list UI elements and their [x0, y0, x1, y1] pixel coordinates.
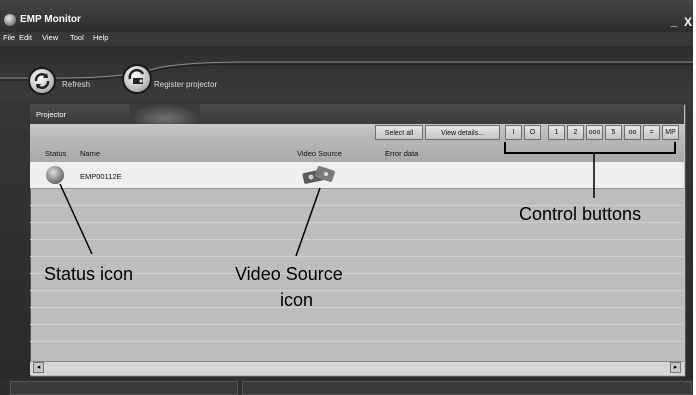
- annotation-control-buttons: Control buttons: [519, 204, 642, 224]
- annotation-video-source-line1: Video Source: [235, 264, 343, 284]
- annotation-status-icon: Status icon: [44, 264, 134, 284]
- annotation-video-source-line2: icon: [280, 290, 314, 310]
- callout-lines: [59, 142, 676, 257]
